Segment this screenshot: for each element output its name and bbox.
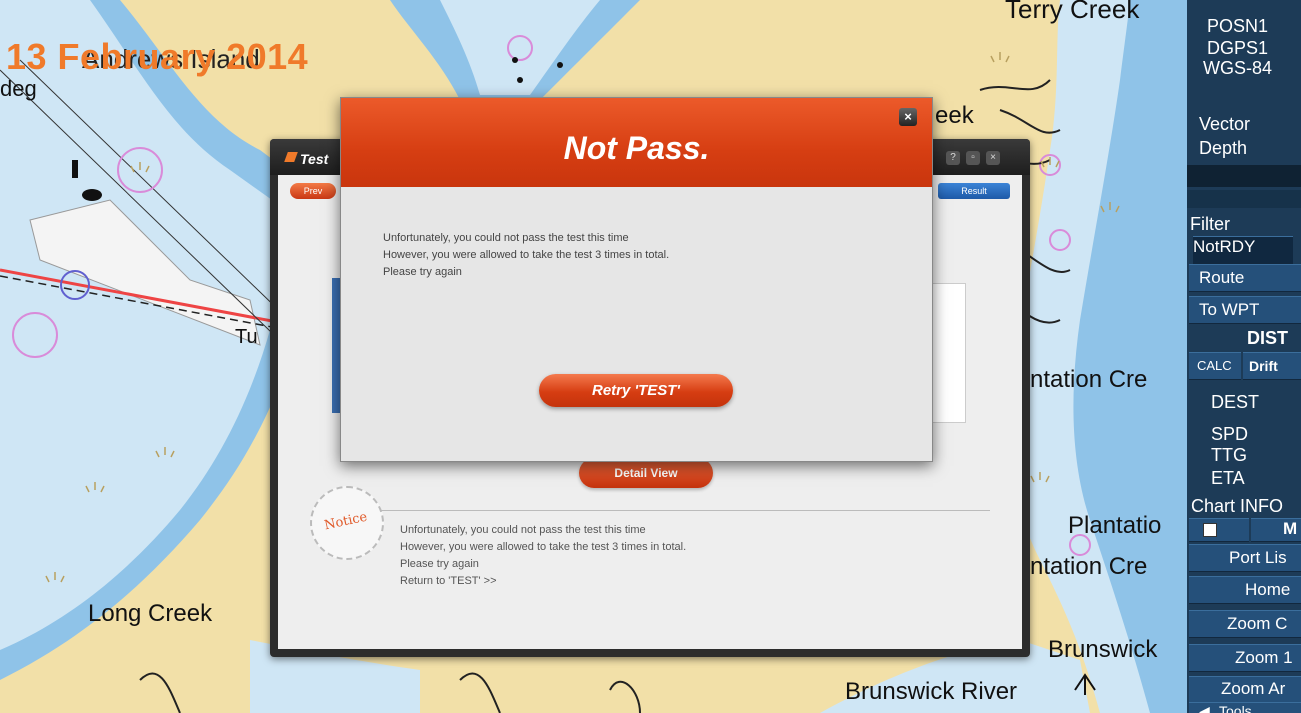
notice-stamp-label: Notice xyxy=(322,509,369,534)
return-to-test-link[interactable]: Return to 'TEST' >> xyxy=(400,575,497,587)
dialog-message-line: Please try again xyxy=(383,266,462,278)
dialog-message-line: Unfortunately, you could not pass the te… xyxy=(383,232,629,244)
filter-label: Filter xyxy=(1190,214,1230,234)
m-button[interactable]: M xyxy=(1251,518,1301,542)
depth-label: Depth xyxy=(1199,138,1248,158)
close-icon[interactable]: × xyxy=(986,151,1000,165)
notice-divider xyxy=(374,510,990,511)
route-button[interactable]: Route xyxy=(1189,264,1301,292)
help-icon[interactable]: ? xyxy=(946,151,960,165)
chart-info-label: Chart INFO xyxy=(1191,496,1284,516)
map-label-brunswick: Brunswick xyxy=(1048,636,1158,663)
test-window-title: Test xyxy=(300,151,329,167)
not-pass-dialog: Not Pass. × Unfortunately, you could not… xyxy=(340,97,933,462)
retry-test-button[interactable]: Retry 'TEST' xyxy=(539,374,733,407)
map-label-tu: Tu xyxy=(235,326,258,348)
prev-button[interactable]: Prev xyxy=(290,183,336,199)
to-wpt-button[interactable]: To WPT xyxy=(1189,296,1301,324)
notice-line: Unfortunately, you could not pass the te… xyxy=(400,524,646,536)
port-list-button[interactable]: Port Lis xyxy=(1189,544,1301,572)
eta-label: ETA xyxy=(1211,468,1245,488)
dest-label: DEST xyxy=(1211,392,1260,412)
map-label-edg: deg xyxy=(0,76,37,101)
map-label-terry-creek: Terry Creek xyxy=(1005,0,1140,24)
dialog-message-line: However, you were allowed to take the te… xyxy=(383,249,670,261)
posn-label: POSN1 xyxy=(1207,16,1269,36)
notice-stamp: Notice xyxy=(310,486,384,560)
dist-label: DIST xyxy=(1247,328,1289,348)
restore-icon[interactable]: ▫ xyxy=(966,151,980,165)
home-button[interactable]: Home xyxy=(1189,576,1301,604)
notice-line: Please try again xyxy=(400,558,479,570)
tools-button[interactable]: ◀ Tools xyxy=(1189,702,1301,713)
zoom-area-button[interactable]: Zoom Ar xyxy=(1189,676,1301,704)
vector-label: Vector xyxy=(1199,114,1251,134)
notice-line: However, you were allowed to take the te… xyxy=(400,541,687,553)
panel-divider xyxy=(1187,190,1301,208)
map-label-plantation-creek-2: ntation Cre xyxy=(1030,553,1148,580)
zoom-c-button[interactable]: Zoom C xyxy=(1189,610,1301,638)
drift-button[interactable]: Drift xyxy=(1243,352,1301,380)
dgps-label: DGPS1 xyxy=(1207,38,1269,58)
date-overlay: 13 February 2014 xyxy=(6,36,309,77)
result-button[interactable]: Result xyxy=(938,183,1010,199)
triangle-left-icon: ◀ xyxy=(1199,703,1210,713)
panel-divider xyxy=(1187,165,1301,187)
calc-button[interactable]: CALC xyxy=(1189,352,1241,380)
dialog-title: Not Pass. xyxy=(563,130,710,166)
detail-view-button[interactable]: Detail View xyxy=(579,458,713,488)
toggle-icon xyxy=(1203,523,1217,537)
chart-info-toggle-button[interactable] xyxy=(1189,518,1249,542)
dialog-header: Not Pass. × xyxy=(341,98,932,187)
ecdis-side-panel: POSN1 DGPS1 WGS-84 Vector Depth Filter N… xyxy=(1187,0,1301,713)
map-label-brunswick-river: Brunswick River xyxy=(845,678,1018,705)
map-label-plantation: Plantatio xyxy=(1068,512,1162,539)
spd-label: SPD xyxy=(1211,424,1249,444)
map-label-plantation-creek-1: ntation Cre xyxy=(1030,366,1148,393)
datum-label: WGS-84 xyxy=(1203,58,1273,78)
map-label-creek-fragment: eek xyxy=(935,102,974,129)
zoom-1-button[interactable]: Zoom 1 xyxy=(1189,644,1301,672)
dialog-close-icon[interactable]: × xyxy=(899,108,917,126)
tools-label: Tools xyxy=(1219,703,1252,713)
test-window-icon xyxy=(284,152,298,162)
notrdy-button[interactable]: NotRDY xyxy=(1193,236,1293,264)
map-label-long-creek: Long Creek xyxy=(88,600,213,627)
ttg-label: TTG xyxy=(1211,445,1247,465)
